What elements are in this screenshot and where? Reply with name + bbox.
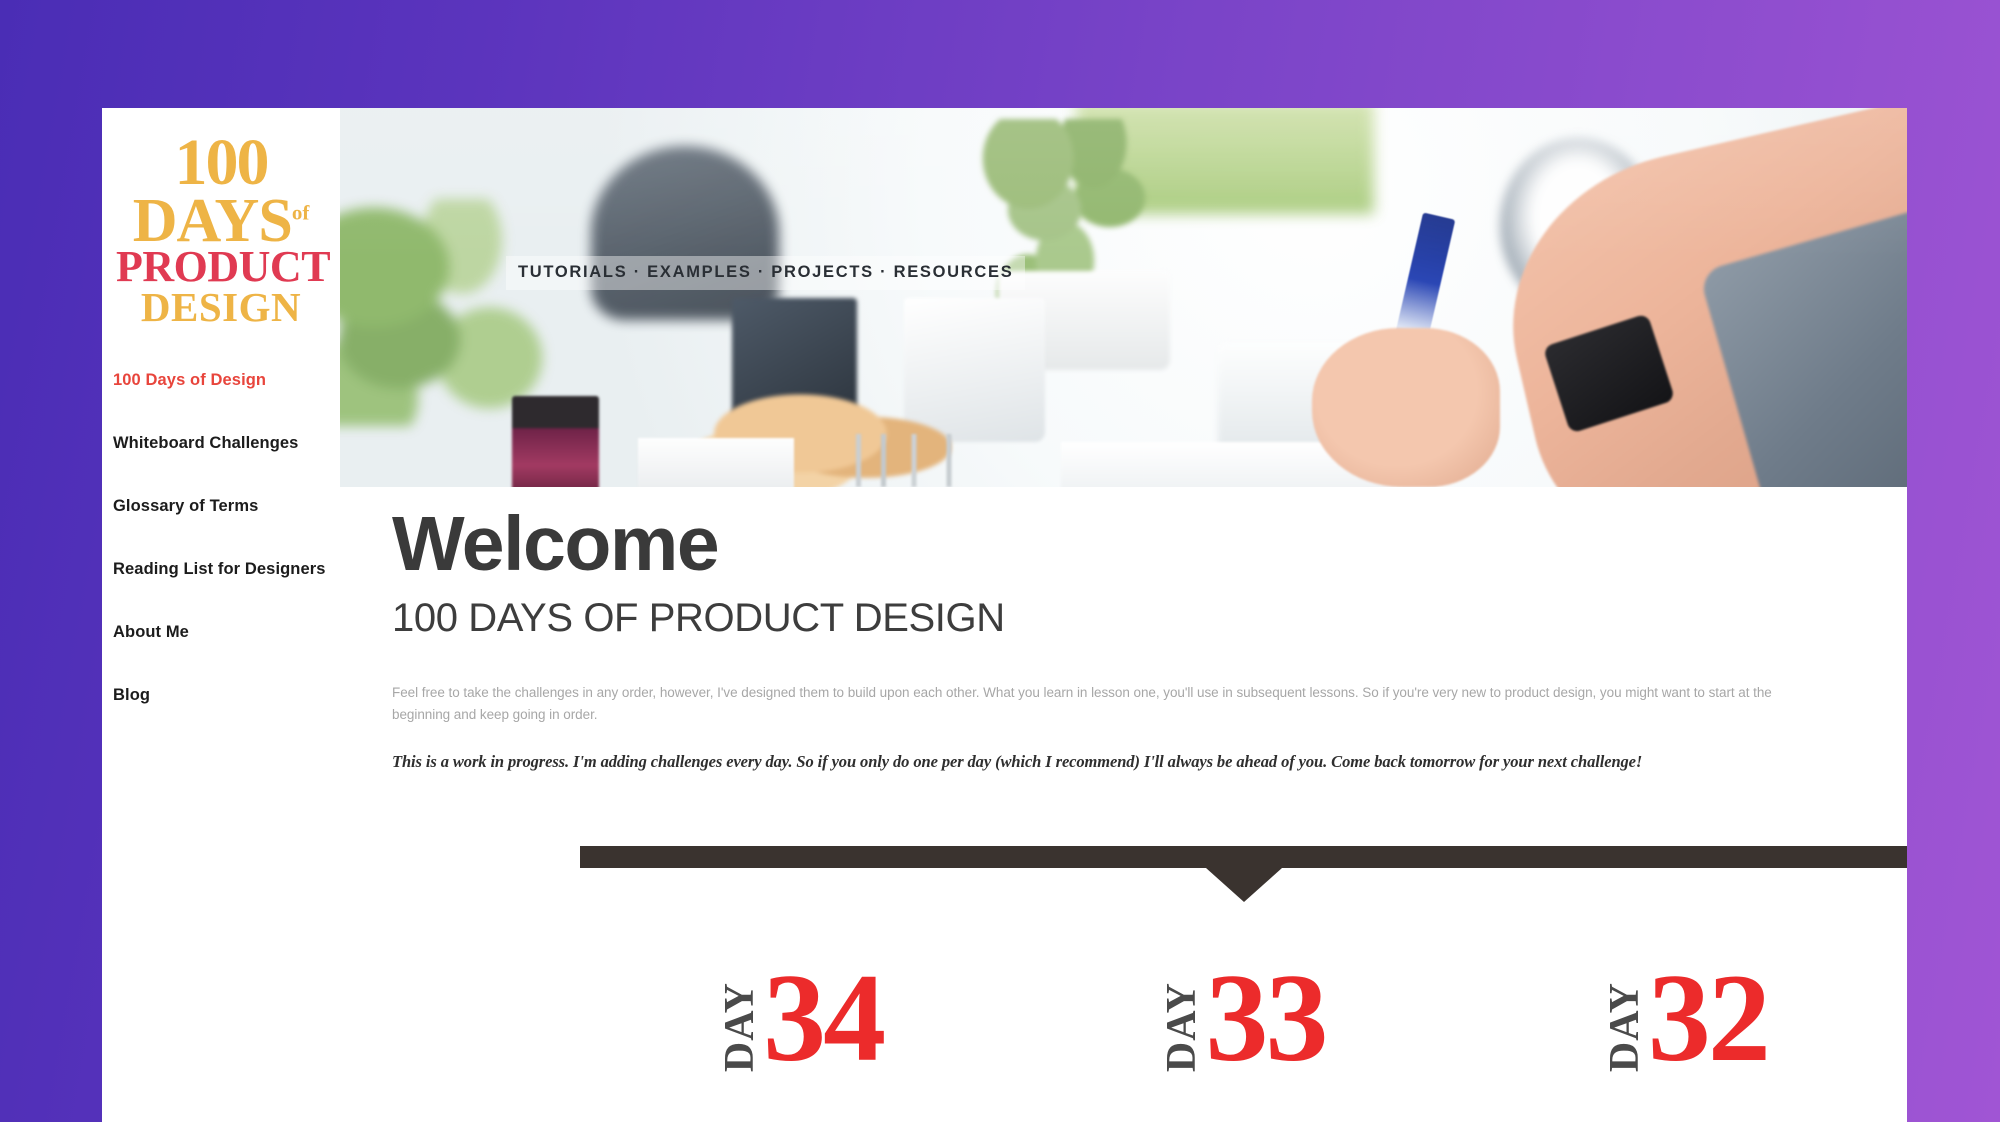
day-card-33[interactable]: DAY 33 [1022, 938, 1464, 1088]
divider-bar [580, 846, 1907, 868]
logo-line-100: 100 [174, 126, 270, 199]
day-label: DAY [1159, 981, 1206, 1072]
main-content: TUTORIALS · EXAMPLES · PROJECTS · RESOUR… [340, 108, 1907, 1122]
page-subtitle: 100 DAYS OF PRODUCT DESIGN [392, 595, 1005, 640]
section-divider [580, 846, 1907, 906]
sidebar-item-reading-list-for-designers[interactable]: Reading List for Designers [108, 560, 340, 579]
site-page: 100 DAYSof PRODUCT DESIGN 100 Days of De… [102, 108, 1907, 1122]
intro-section: Welcome 100 DAYS OF PRODUCT DESIGN Feel … [340, 487, 1907, 772]
site-logo[interactable]: 100 DAYSof PRODUCT DESIGN [116, 126, 331, 330]
day-number: 33 [1205, 949, 1328, 1088]
sidebar-item-about-me[interactable]: About Me [108, 623, 340, 642]
day-marker: DAY 32 [1601, 949, 1771, 1088]
sidebar: 100 DAYSof PRODUCT DESIGN 100 Days of De… [102, 108, 340, 1122]
logo-line-design: DESIGN [140, 283, 302, 330]
hero-overlay [340, 108, 1907, 487]
day-marker: DAY 34 [717, 949, 886, 1088]
day-label: DAY [717, 981, 764, 1072]
intro-note: This is a work in progress. I'm adding c… [392, 752, 1643, 772]
day-cards-row: DAY 34 DAY 33 DAY 32 [580, 938, 1907, 1088]
sidebar-item-glossary-of-terms[interactable]: Glossary of Terms [108, 497, 340, 516]
logo-of-text: of [291, 200, 310, 225]
day-card-34[interactable]: DAY 34 [580, 938, 1022, 1088]
day-card-32[interactable]: DAY 32 [1465, 938, 1907, 1088]
intro-paragraph: Feel free to take the challenges in any … [392, 684, 1772, 722]
page-title: Welcome [392, 501, 720, 587]
day-number: 32 [1647, 949, 1771, 1088]
hero-banner: TUTORIALS · EXAMPLES · PROJECTS · RESOUR… [340, 108, 1907, 487]
day-number: 34 [763, 949, 886, 1088]
logo-days-text: DAYS [132, 186, 293, 255]
sidebar-item-100-days-of-design[interactable]: 100 Days of Design [108, 371, 340, 390]
sidebar-item-blog[interactable]: Blog [108, 686, 340, 705]
sidebar-item-whiteboard-challenges[interactable]: Whiteboard Challenges [108, 434, 340, 453]
day-marker: DAY 33 [1159, 949, 1328, 1088]
hero-nav-links[interactable]: TUTORIALS · EXAMPLES · PROJECTS · RESOUR… [506, 256, 1026, 290]
logo-line-days: DAYSof [116, 190, 326, 252]
divider-arrow-icon [1205, 868, 1282, 902]
sidebar-nav: 100 Days of Design Whiteboard Challenges… [102, 371, 340, 705]
day-label: DAY [1601, 981, 1648, 1072]
